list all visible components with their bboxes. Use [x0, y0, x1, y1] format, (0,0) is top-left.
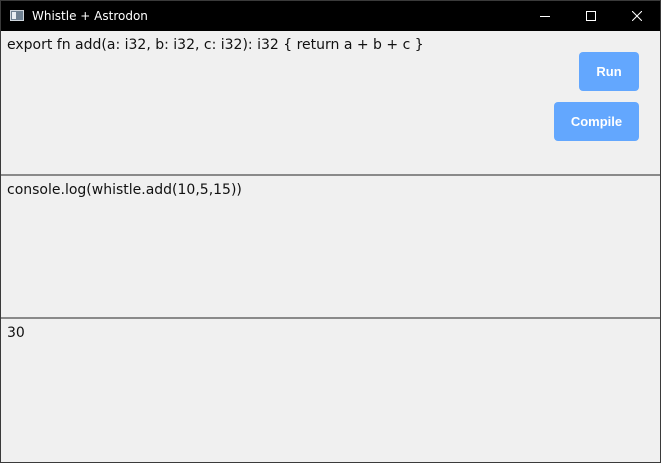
- title-bar[interactable]: Whistle + Astrodon: [1, 1, 660, 31]
- run-button[interactable]: Run: [579, 52, 639, 91]
- compile-button[interactable]: Compile: [554, 102, 639, 141]
- window-app-icon: [10, 10, 24, 21]
- maximize-button[interactable]: [568, 1, 614, 31]
- minimize-button[interactable]: [522, 1, 568, 31]
- close-icon: [632, 11, 642, 21]
- output-pane: 30: [1, 319, 660, 462]
- app-window: Whistle + Astrodon export fn add(a: i32,…: [0, 0, 661, 463]
- window-title: Whistle + Astrodon: [32, 9, 148, 23]
- minimize-icon: [540, 16, 550, 17]
- close-button[interactable]: [614, 1, 660, 31]
- js-script-editor[interactable]: console.log(whistle.add(10,5,15)): [1, 176, 660, 317]
- maximize-icon: [586, 11, 596, 21]
